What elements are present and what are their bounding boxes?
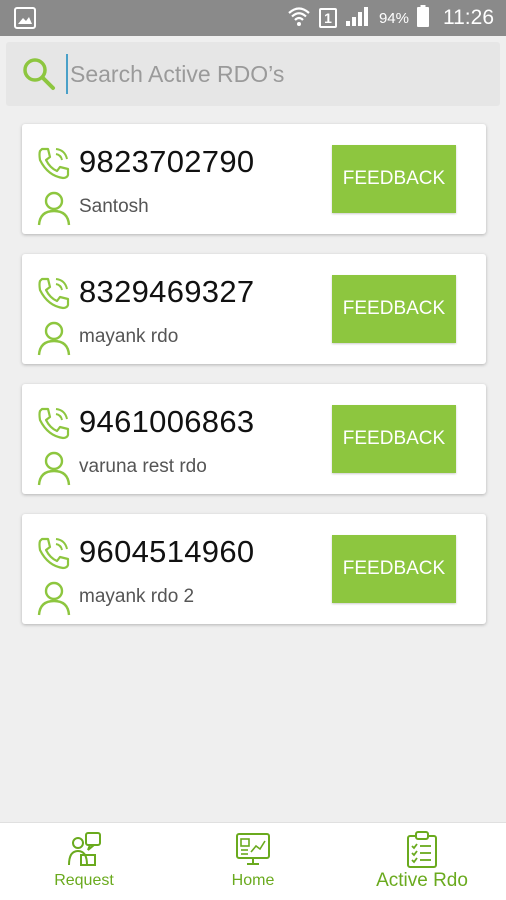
phone-number[interactable]: 9461006863 (79, 404, 254, 440)
wifi-icon (287, 5, 311, 32)
gallery-notification-icon (14, 7, 36, 34)
rdo-name: mayank rdo 2 (79, 586, 195, 607)
rdo-name: varuna rest rdo (79, 456, 207, 477)
feedback-button[interactable]: FEEDBACK (332, 145, 456, 213)
bottom-nav: Request Home Active Rdo (0, 822, 506, 900)
nav-label-active-rdo: Active Rdo (376, 870, 468, 891)
status-indicators: 1 94% 11:26 (287, 0, 494, 36)
phone-icon (36, 536, 72, 575)
phone-icon (36, 146, 72, 185)
rdo-card: 9823702790 Santosh FEEDBACK (22, 124, 486, 234)
phone-number[interactable]: 8329469327 (79, 274, 254, 310)
nav-label-request: Request (54, 872, 114, 889)
feedback-button[interactable]: FEEDBACK (332, 535, 456, 603)
feedback-button[interactable]: FEEDBACK (332, 275, 456, 343)
search-icon[interactable] (22, 57, 56, 96)
nav-item-active-rdo[interactable]: Active Rdo (338, 823, 506, 900)
feedback-button[interactable]: FEEDBACK (332, 405, 456, 473)
user-icon (36, 580, 72, 621)
phone-number[interactable]: 9823702790 (79, 144, 254, 180)
status-bar: 1 94% 11:26 (0, 0, 506, 36)
phone-number[interactable]: 9604514960 (79, 534, 254, 570)
request-icon (66, 831, 102, 872)
clipboard-icon (406, 831, 438, 874)
user-icon (36, 190, 72, 231)
rdo-card: 8329469327 mayank rdo FEEDBACK (22, 254, 486, 364)
clock: 11:26 (443, 6, 494, 29)
signal-icon (345, 5, 371, 32)
phone-icon (36, 406, 72, 445)
rdo-name: Santosh (79, 196, 149, 217)
battery-icon (417, 4, 429, 32)
nav-label-home: Home (231, 872, 275, 889)
nav-item-request[interactable]: Request (0, 823, 168, 900)
home-dashboard-icon (235, 831, 271, 872)
rdo-card: 9461006863 varuna rest rdo FEEDBACK (22, 384, 486, 494)
rdo-card: 9604514960 mayank rdo 2 FEEDBACK (22, 514, 486, 624)
search-input[interactable] (66, 54, 486, 94)
sim-icon: 1 (318, 8, 337, 28)
battery-percent: 94% (378, 9, 409, 27)
phone-icon (36, 276, 72, 315)
user-icon (36, 450, 72, 491)
user-icon (36, 320, 72, 361)
nav-item-home[interactable]: Home (169, 823, 337, 900)
search-bar (6, 42, 500, 106)
rdo-name: mayank rdo (79, 326, 179, 347)
